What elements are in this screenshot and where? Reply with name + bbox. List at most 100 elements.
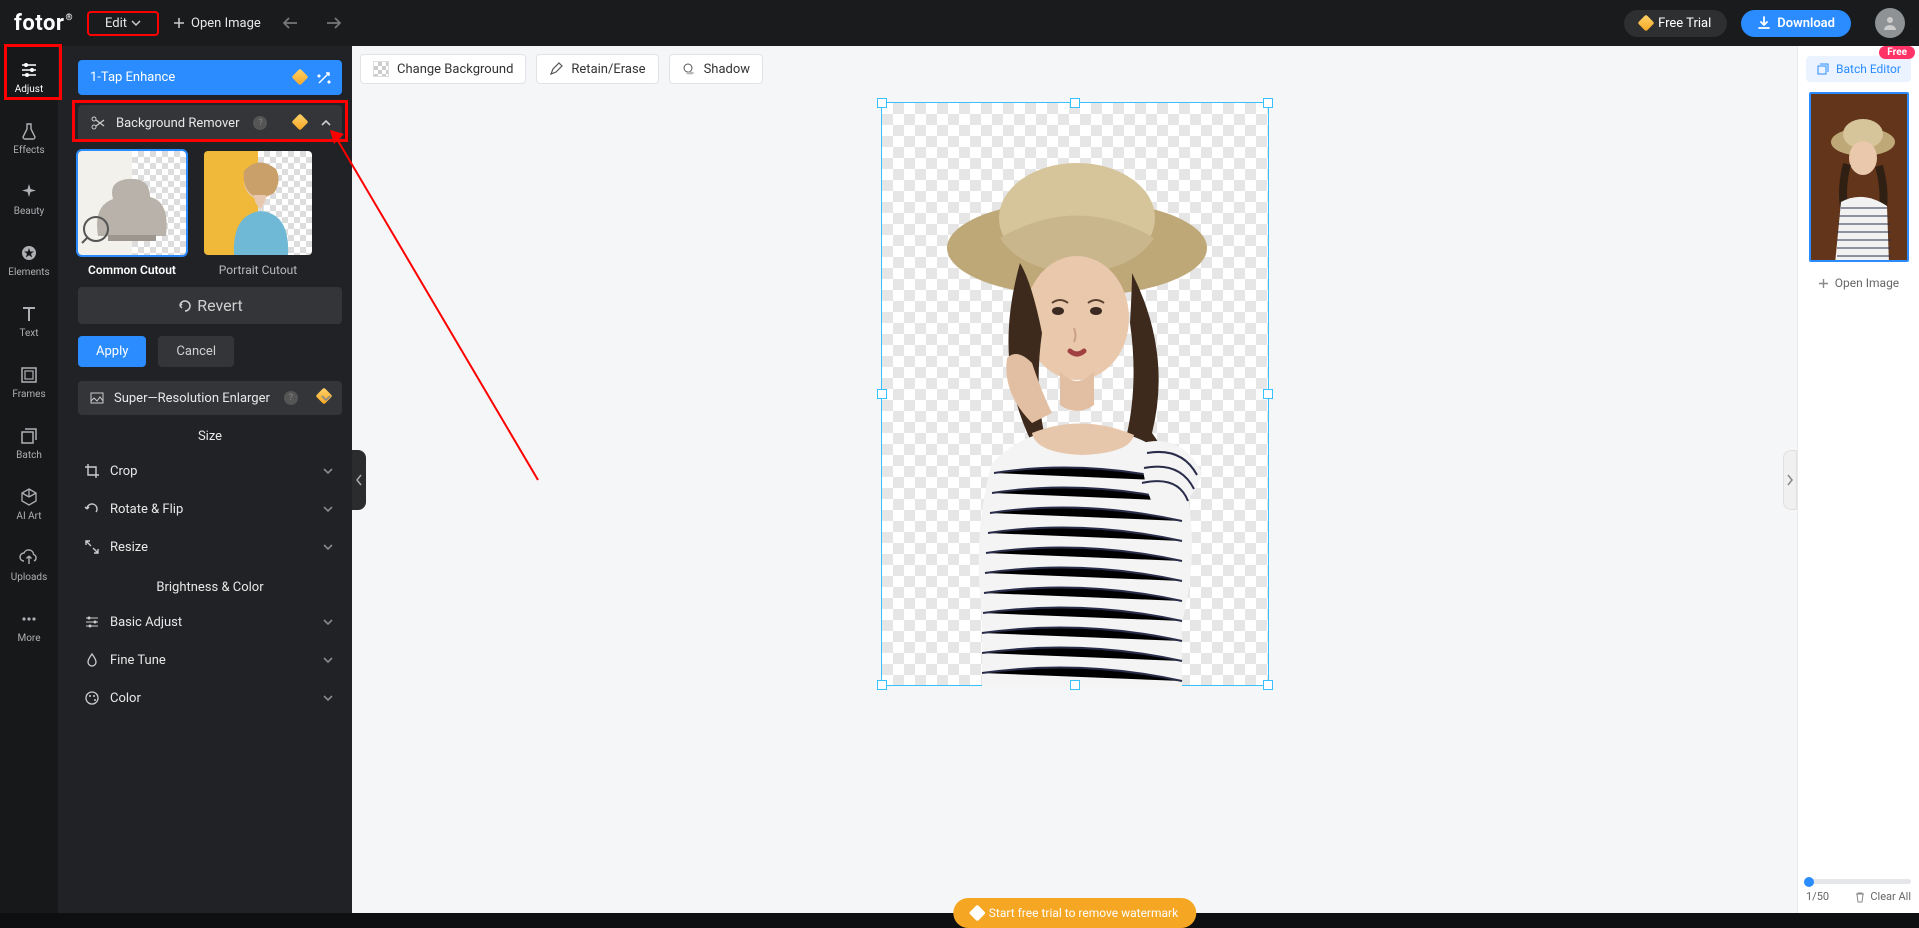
- rail-more[interactable]: More: [0, 605, 58, 648]
- portrait-cutout-label: Portrait Cutout: [219, 263, 297, 277]
- rotate-flip-row[interactable]: Rotate & Flip: [78, 490, 342, 528]
- edit-menu-button[interactable]: Edit: [87, 11, 159, 36]
- resize-row[interactable]: Resize: [78, 528, 342, 566]
- arrow-right-icon: [325, 16, 343, 30]
- topbar: fotor® Edit Open Image Free Trial Downlo…: [0, 0, 1919, 46]
- selection-handle[interactable]: [877, 98, 887, 108]
- chevron-left-icon: [355, 474, 363, 486]
- one-tap-enhance-button[interactable]: 1-Tap Enhance: [78, 60, 342, 95]
- free-badge: Free: [1879, 46, 1915, 59]
- clear-all-label: Clear All: [1870, 890, 1911, 903]
- brightness-color-title: Brightness & Color: [78, 580, 342, 595]
- remove-watermark-button[interactable]: Start free trial to remove watermark: [953, 898, 1196, 928]
- rail-adjust[interactable]: Adjust: [0, 56, 58, 99]
- wand-icon: [316, 70, 332, 86]
- diamond-icon: [292, 114, 309, 131]
- chevron-down-icon: [322, 654, 334, 666]
- chevron-down-icon: [131, 18, 141, 28]
- retain-erase-button[interactable]: Retain/Erase: [536, 54, 658, 84]
- zoom-slider[interactable]: [1806, 879, 1911, 884]
- selection-handle[interactable]: [1263, 389, 1273, 399]
- rotate-icon: [84, 501, 100, 517]
- portrait-cutout-option[interactable]: Portrait Cutout: [204, 151, 312, 277]
- chevron-down-icon: [322, 503, 334, 515]
- stack-icon: [1816, 62, 1830, 76]
- edit-label: Edit: [105, 16, 127, 31]
- cancel-button[interactable]: Cancel: [158, 336, 234, 367]
- rail-aiart[interactable]: AI Art: [0, 483, 58, 526]
- rail-beauty[interactable]: Beauty: [0, 178, 58, 221]
- apply-button[interactable]: Apply: [78, 336, 146, 367]
- open-image-button[interactable]: Open Image: [173, 16, 261, 31]
- chevron-up-icon: [320, 117, 332, 129]
- collapse-panel-button[interactable]: [352, 450, 366, 510]
- batch-editor-link[interactable]: Batch Editor Free: [1806, 56, 1911, 82]
- crop-icon: [84, 463, 100, 479]
- rail-label: Adjust: [15, 84, 44, 95]
- palette-icon: [84, 690, 100, 706]
- rail-frames[interactable]: Frames: [0, 361, 58, 404]
- revert-button[interactable]: Revert: [78, 287, 342, 324]
- color-row[interactable]: Color: [78, 679, 342, 717]
- shadow-icon: [682, 62, 696, 76]
- canvas-toolbar: Change Background Retain/Erase Shadow: [360, 54, 763, 84]
- plus-icon: [1818, 278, 1829, 289]
- user-avatar[interactable]: [1875, 8, 1905, 38]
- chevron-down-icon: [322, 692, 334, 704]
- dots-icon: [19, 609, 39, 629]
- fine-tune-row[interactable]: Fine Tune: [78, 641, 342, 679]
- shadow-label: Shadow: [704, 62, 750, 77]
- basic-adjust-label: Basic Adjust: [110, 615, 182, 630]
- download-icon: [1757, 16, 1771, 30]
- selection-handle[interactable]: [1070, 98, 1080, 108]
- image-icon: [90, 391, 104, 405]
- free-trial-button[interactable]: Free Trial: [1624, 10, 1727, 37]
- download-button[interactable]: Download: [1741, 10, 1851, 37]
- rail-uploads[interactable]: Uploads: [0, 544, 58, 587]
- selection-handle[interactable]: [1263, 680, 1273, 690]
- chevron-down-icon: [322, 616, 334, 628]
- rail-elements[interactable]: Elements: [0, 239, 58, 282]
- drop-icon: [84, 652, 100, 668]
- rail-label: Frames: [12, 389, 45, 400]
- cube-icon: [19, 487, 39, 507]
- artboard[interactable]: [881, 102, 1269, 686]
- nav-back-button[interactable]: [275, 16, 305, 30]
- pen-icon: [549, 62, 563, 76]
- common-cutout-thumb: [78, 151, 186, 255]
- revert-label: Revert: [197, 296, 242, 315]
- change-bg-label: Change Background: [397, 62, 513, 77]
- watermark-label: Start free trial to remove watermark: [989, 906, 1178, 920]
- common-cutout-label: Common Cutout: [88, 263, 176, 277]
- resize-icon: [84, 539, 100, 555]
- selection-handle[interactable]: [877, 389, 887, 399]
- change-background-button[interactable]: Change Background: [360, 54, 526, 84]
- rail-batch[interactable]: Batch: [0, 422, 58, 465]
- shadow-button[interactable]: Shadow: [669, 54, 763, 84]
- nav-forward-button[interactable]: [319, 16, 349, 30]
- basic-adjust-row[interactable]: Basic Adjust: [78, 603, 342, 641]
- clear-all-button[interactable]: Clear All: [1854, 890, 1911, 903]
- super-res-label: Super—Resolution Enlarger: [114, 391, 270, 406]
- selection-handle[interactable]: [1263, 98, 1273, 108]
- left-rail: Adjust Effects Beauty Elements Text Fram…: [0, 46, 58, 913]
- collapse-right-button[interactable]: [1783, 450, 1797, 510]
- frame-icon: [19, 365, 39, 385]
- selection-handle[interactable]: [1070, 680, 1080, 690]
- selection-handle[interactable]: [877, 680, 887, 690]
- image-thumbnail[interactable]: [1809, 92, 1909, 262]
- crop-row[interactable]: Crop: [78, 452, 342, 490]
- rail-label: Text: [19, 328, 38, 339]
- super-resolution-row[interactable]: Super—Resolution Enlarger ?: [78, 381, 342, 415]
- open-image-right[interactable]: Open Image: [1806, 272, 1911, 294]
- rail-effects[interactable]: Effects: [0, 117, 58, 160]
- rail-label: AI Art: [16, 511, 41, 522]
- cutout-thumbs: Common Cutout Portrait Cutout: [78, 151, 342, 277]
- background-remover-row[interactable]: Background Remover ?: [78, 105, 342, 141]
- image-count: 1/50: [1806, 890, 1829, 903]
- star-icon: [19, 243, 39, 263]
- chevron-down-icon: [322, 541, 334, 553]
- rail-text[interactable]: Text: [0, 300, 58, 343]
- cutout-subject: [882, 103, 1270, 687]
- common-cutout-option[interactable]: Common Cutout: [78, 151, 186, 277]
